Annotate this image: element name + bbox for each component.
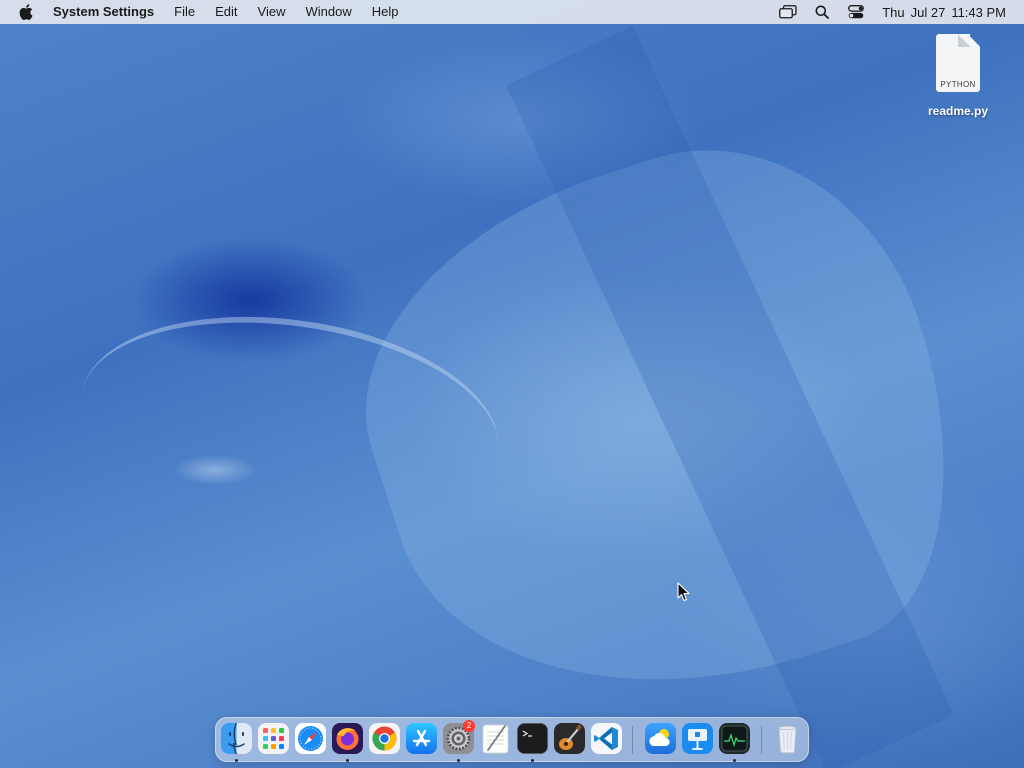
- dock-item-keynote[interactable]: [682, 723, 713, 754]
- notification-badge: 2: [463, 720, 475, 732]
- dock-item-firefox[interactable]: [332, 723, 363, 762]
- menu-edit[interactable]: Edit: [205, 0, 247, 24]
- dock-separator: [632, 726, 633, 754]
- dock-item-terminal[interactable]: [517, 723, 548, 762]
- screen-mirroring-icon[interactable]: [778, 3, 798, 21]
- launchpad-icon: [258, 723, 289, 754]
- desktop: System Settings File Edit View Window He…: [0, 0, 1024, 768]
- apple-menu-icon[interactable]: [18, 4, 34, 20]
- clock-day: Thu: [882, 4, 905, 20]
- menu-window[interactable]: Window: [295, 0, 361, 24]
- app-store-icon: [406, 723, 437, 754]
- dock-item-garageband[interactable]: [554, 723, 585, 754]
- keynote-icon: [682, 723, 713, 754]
- dock-item-textedit[interactable]: [480, 723, 511, 754]
- app-name-menu[interactable]: System Settings: [48, 0, 164, 24]
- file-corner-fold: [958, 34, 970, 47]
- file-type-label: PYTHON: [940, 80, 976, 89]
- weather-icon: [645, 723, 676, 754]
- dock-item-safari[interactable]: [295, 723, 326, 754]
- dock-item-finder[interactable]: [221, 723, 252, 762]
- clock-time: 11:43 PM: [951, 4, 1006, 20]
- dock-item-chrome[interactable]: [369, 723, 400, 754]
- wallpaper-shape: [505, 26, 955, 768]
- safari-icon: [295, 723, 326, 754]
- menu-file[interactable]: File: [164, 0, 205, 24]
- terminal-icon: [517, 723, 548, 754]
- menu-view[interactable]: View: [248, 0, 296, 24]
- dock-separator: [761, 726, 762, 754]
- wallpaper-shape: [313, 96, 1007, 764]
- clock-date: Jul 27: [910, 4, 946, 20]
- dock-item-launchpad[interactable]: [258, 723, 289, 754]
- textedit-icon: [480, 723, 511, 754]
- running-indicator: [733, 759, 736, 762]
- control-center-icon[interactable]: [846, 3, 866, 21]
- dock-item-trash[interactable]: [772, 723, 803, 754]
- wallpaper-shape: [67, 291, 513, 555]
- activity-monitor-icon: [719, 723, 750, 754]
- dock-item-system-settings[interactable]: 2: [443, 720, 475, 762]
- dock-item-vscode[interactable]: [591, 723, 622, 754]
- running-indicator: [531, 759, 534, 762]
- finder-icon: [221, 723, 252, 754]
- spotlight-search-icon[interactable]: [812, 3, 832, 21]
- running-indicator: [235, 759, 238, 762]
- menu-help[interactable]: Help: [362, 0, 409, 24]
- vscode-icon: [591, 723, 622, 754]
- chrome-icon: [369, 723, 400, 754]
- desktop-file-name: readme.py: [927, 104, 989, 118]
- mouse-cursor-icon: [677, 582, 690, 602]
- dock-item-app-store[interactable]: [406, 723, 437, 754]
- menu-bar-clock[interactable]: Thu Jul 27 11:43 PM: [882, 5, 1006, 20]
- dock: 2: [215, 717, 809, 762]
- dock-item-weather[interactable]: [645, 723, 676, 754]
- trash-icon: [772, 723, 803, 754]
- running-indicator: [457, 759, 460, 762]
- dock-item-activity-monitor[interactable]: [719, 723, 750, 762]
- menu-bar: System Settings File Edit View Window He…: [0, 0, 1024, 24]
- garageband-icon: [554, 723, 585, 754]
- firefox-icon: [332, 723, 363, 754]
- running-indicator: [346, 759, 349, 762]
